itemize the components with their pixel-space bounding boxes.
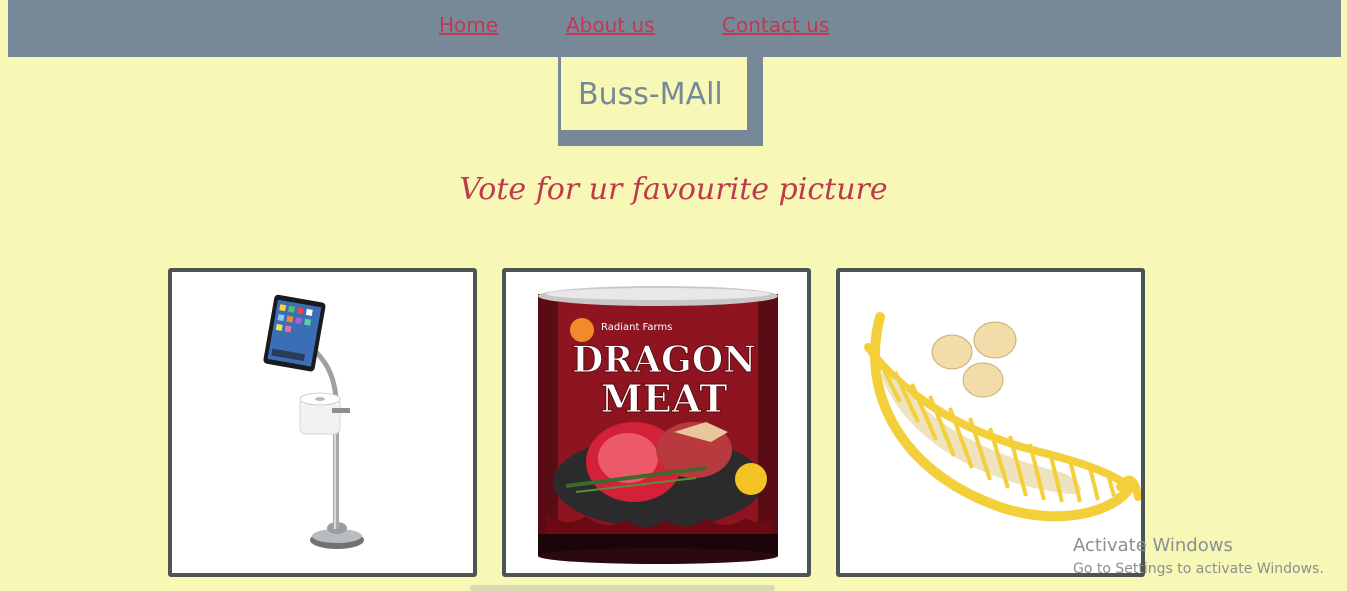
banana-slicer-image — [864, 312, 1141, 522]
dragon-meat-image: Radiant Farms DRAGON MEAT — [538, 286, 778, 564]
nav-about-link[interactable]: About us — [566, 13, 655, 37]
nav-home-link[interactable]: Home — [439, 13, 498, 37]
navbar: Home About us Contact us — [8, 0, 1341, 57]
scroll-peek — [470, 585, 775, 591]
product-card-3[interactable] — [836, 268, 1145, 577]
logo-inner: Buss-MAll — [561, 57, 747, 130]
nav-contact-link[interactable]: Contact us — [722, 13, 829, 37]
can-title-line2: MEAT — [601, 376, 728, 421]
product-card-2[interactable]: Radiant Farms DRAGON MEAT — [502, 268, 811, 577]
can-brand: Radiant Farms — [601, 322, 672, 333]
site-logo: Buss-MAll — [578, 77, 723, 112]
activate-windows-title: Activate Windows — [1073, 535, 1233, 556]
activate-windows-subtitle: Go to Settings to activate Windows. — [1073, 561, 1324, 577]
product-card-1[interactable] — [168, 268, 477, 577]
can-title-line1: DRAGON — [572, 339, 756, 381]
page-headline: Vote for ur favourite picture — [459, 172, 888, 207]
logo-box: Buss-MAll — [558, 57, 763, 146]
bathroom-stand-image — [263, 294, 364, 549]
